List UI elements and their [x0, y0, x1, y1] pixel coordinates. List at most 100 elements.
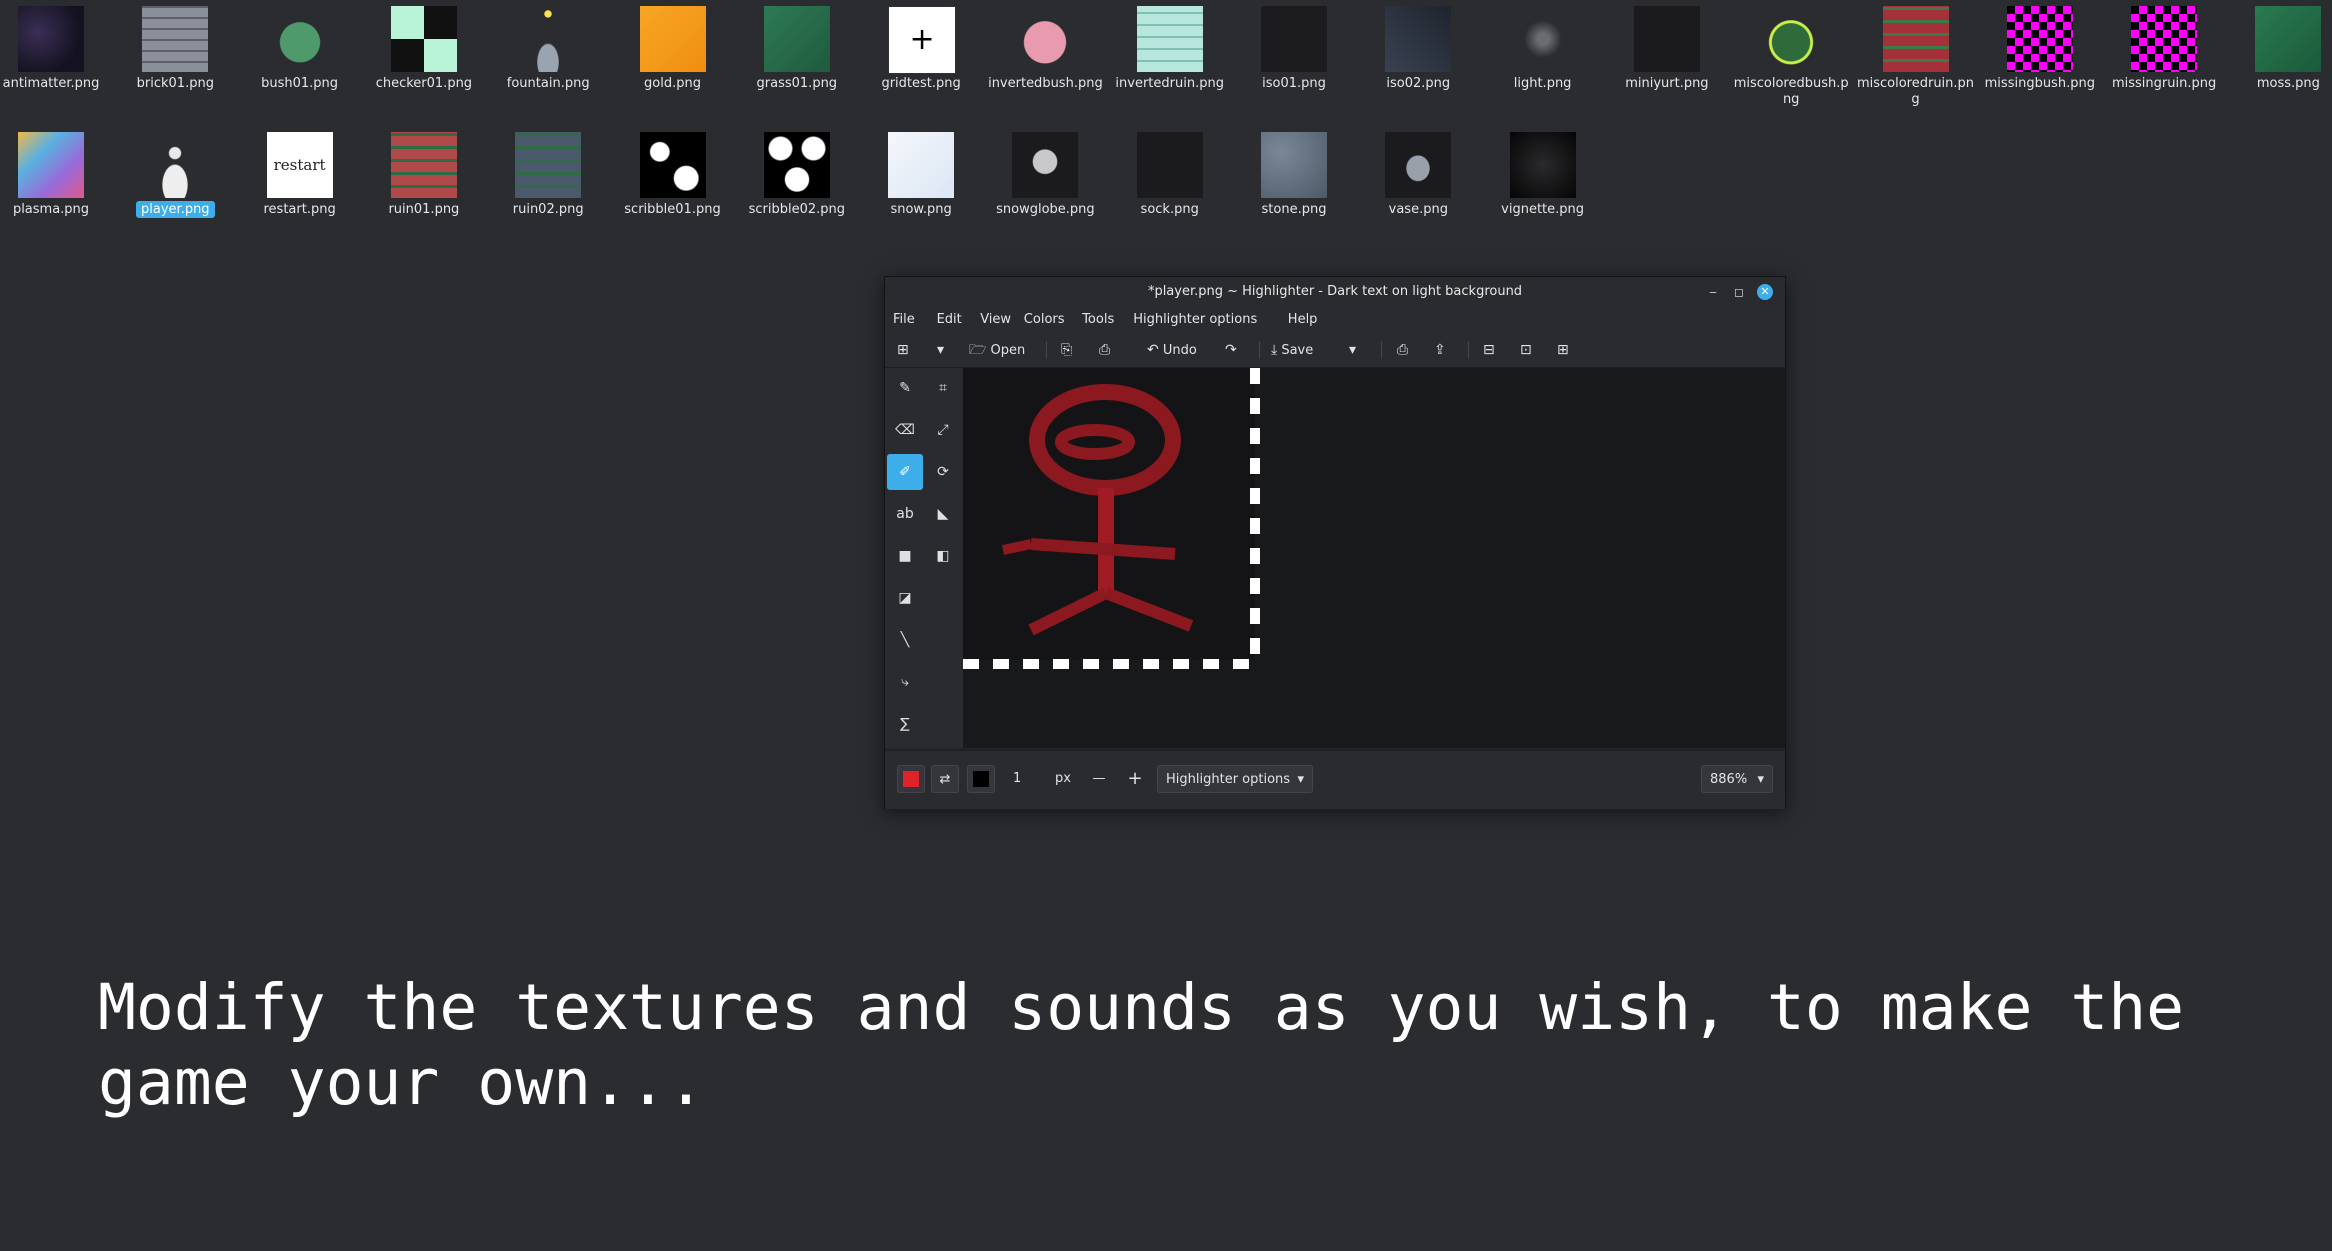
file-name-label: moss.png [2229, 76, 2332, 92]
file-icon-gold[interactable]: gold.png [614, 0, 732, 118]
file-icon-sock[interactable]: sock.png [1111, 126, 1229, 244]
zoom-original-icon[interactable]: ⊡ [1520, 339, 1532, 361]
file-icon-moss[interactable]: moss.png [2229, 0, 2332, 118]
title-bar[interactable]: *player.png ~ Highlighter - Dark text on… [885, 277, 1785, 307]
secondary-color-button[interactable] [967, 765, 995, 793]
file-icon-scribble02[interactable]: scribble02.png [738, 126, 856, 244]
file-icon-player[interactable]: player.png [116, 126, 234, 244]
paste-icon[interactable]: ⎘ [1061, 339, 1072, 361]
open-button[interactable]: 🗁 Open [969, 339, 1025, 361]
chevron-down-icon: ▾ [1757, 772, 1764, 787]
menu-tools[interactable]: Tools [1082, 307, 1114, 333]
zoom-dropdown[interactable]: 886% ▾ [1701, 765, 1773, 793]
file-icon-miniyurt[interactable]: miniyurt.png [1608, 0, 1726, 118]
file-icon-missingbush[interactable]: missingbush.png [1981, 0, 2099, 118]
file-icon-grass01[interactable]: grass01.png [738, 0, 856, 118]
file-name: ruin01.png [388, 202, 460, 217]
new-image-icon[interactable]: ⊞ [897, 339, 909, 361]
file-name: missingruin.png [2111, 76, 2217, 91]
undo-button[interactable]: ↶ Undo [1147, 339, 1197, 361]
highlighter-icon[interactable]: ✐ [887, 454, 923, 490]
file-icon-scribble01[interactable]: scribble01.png [614, 126, 732, 244]
close-icon[interactable]: ✕ [1757, 284, 1773, 300]
menu-help[interactable]: Help [1288, 307, 1318, 333]
minimize-icon[interactable]: ‒ [1705, 284, 1721, 300]
crop-icon[interactable]: ⌗ [925, 370, 961, 406]
menu-file[interactable]: File [893, 307, 915, 333]
rotate-icon[interactable]: ⟳ [925, 454, 961, 490]
redo-icon[interactable]: ↷ [1225, 339, 1237, 361]
file-icon-vignette[interactable]: vignette.png [1484, 126, 1602, 244]
file-icon-iso02[interactable]: iso02.png [1359, 0, 1477, 118]
file-name-label: ruin02.png [489, 202, 607, 218]
file-name: scribble01.png [624, 202, 721, 217]
image-editor-window[interactable]: *player.png ~ Highlighter - Dark text on… [884, 276, 1786, 809]
file-icon-iso01[interactable]: iso01.png [1235, 0, 1353, 118]
file-icon-snow[interactable]: snow.png [862, 126, 980, 244]
maximize-icon[interactable]: ◻ [1731, 284, 1747, 300]
image-canvas[interactable] [963, 368, 1785, 748]
share-icon[interactable]: ⇪ [1434, 339, 1446, 361]
file-name: light.png [1513, 76, 1572, 91]
file-icon-fountain[interactable]: fountain.png [489, 0, 607, 118]
menu-highlighter-options[interactable]: Highlighter options [1133, 307, 1257, 333]
file-icon-light[interactable]: light.png [1484, 0, 1602, 118]
file-icon-vase[interactable]: vase.png [1359, 126, 1477, 244]
file-icon-miscoloredruin[interactable]: miscoloredruin.png [1857, 0, 1975, 118]
file-icon-restart[interactable]: restart restart.png [241, 126, 359, 244]
size-increase-button[interactable]: + [1121, 765, 1149, 793]
print-icon[interactable]: ⎙ [1397, 339, 1408, 361]
file-icon-brick01[interactable]: brick01.png [116, 0, 234, 118]
file-icon-checker01[interactable]: checker01.png [365, 0, 483, 118]
scale-icon[interactable]: ⤢ [925, 412, 961, 448]
menu-view[interactable]: View [980, 307, 1011, 333]
file-icon-plasma[interactable]: plasma.png [0, 126, 110, 244]
color-picker-icon[interactable]: ◧ [925, 538, 961, 574]
new-dropdown-icon[interactable]: ▾ [937, 339, 944, 361]
save-dropdown-icon[interactable]: ▾ [1349, 339, 1356, 361]
canvas-area[interactable] [963, 368, 1785, 748]
freeform-icon[interactable]: ∑ [887, 706, 923, 742]
swap-colors-icon[interactable]: ⇄ [931, 765, 959, 793]
file-icon-ruin01[interactable]: ruin01.png [365, 126, 483, 244]
highlighter-options-dropdown[interactable]: Highlighter options ▾ [1157, 765, 1313, 793]
file-icon-invertedruin[interactable]: invertedruin.png [1111, 0, 1229, 118]
size-input[interactable]: 1 [1013, 765, 1053, 793]
primary-color-button[interactable] [897, 765, 925, 793]
menu-edit[interactable]: Edit [937, 307, 962, 333]
file-name-label: vase.png [1359, 202, 1477, 218]
save-button[interactable]: ⤓ Save [1271, 339, 1313, 361]
file-icon-snowglobe[interactable]: snowglobe.png [986, 126, 1104, 244]
file-icon-miscoloredbush[interactable]: miscoloredbush.png [1732, 0, 1850, 118]
curve-icon[interactable]: ⤷ [887, 664, 923, 700]
line-icon[interactable]: ╲ [887, 622, 923, 658]
selection-icon[interactable]: ◪ [887, 580, 923, 616]
text-icon[interactable]: ab [887, 496, 923, 532]
file-icon-bush01[interactable]: bush01.png [241, 0, 359, 118]
file-icon-invertedbush[interactable]: invertedbush.png [986, 0, 1104, 118]
file-icon-antimatter[interactable]: antimatter.png [0, 0, 110, 118]
file-name: vignette.png [1501, 202, 1585, 217]
file-name: gold.png [644, 76, 701, 91]
zoom-in-icon[interactable]: ⊞ [1557, 339, 1569, 361]
paint-bucket-icon[interactable]: ◣ [925, 496, 961, 532]
file-name: missingbush.png [1984, 76, 2095, 91]
thumbnail-text: restart [273, 156, 326, 174]
file-icon-missingruin[interactable]: missingruin.png [2105, 0, 2223, 118]
figure-left-hand [1001, 539, 1033, 555]
fountain-thumbnail [515, 6, 582, 72]
menu-colors[interactable]: Colors [1024, 307, 1065, 333]
file-icon-ruin02[interactable]: ruin02.png [489, 126, 607, 244]
pencil-icon[interactable]: ✎ [887, 370, 923, 406]
eraser-icon[interactable]: ⌫ [887, 412, 923, 448]
size-decrease-button[interactable]: — [1085, 765, 1113, 793]
file-name: gridtest.png [881, 76, 961, 91]
rectangle-icon[interactable]: ■ [887, 538, 923, 574]
zoom-out-icon[interactable]: ⊟ [1483, 339, 1495, 361]
clipboard-icon[interactable]: ⎙ [1099, 339, 1110, 361]
file-icon-stone[interactable]: stone.png [1235, 126, 1353, 244]
file-name-label: antimatter.png [0, 76, 110, 92]
file-icon-gridtest[interactable]: + gridtest.png [862, 0, 980, 118]
file-name-label: iso01.png [1235, 76, 1353, 92]
file-name-label: iso02.png [1359, 76, 1477, 92]
